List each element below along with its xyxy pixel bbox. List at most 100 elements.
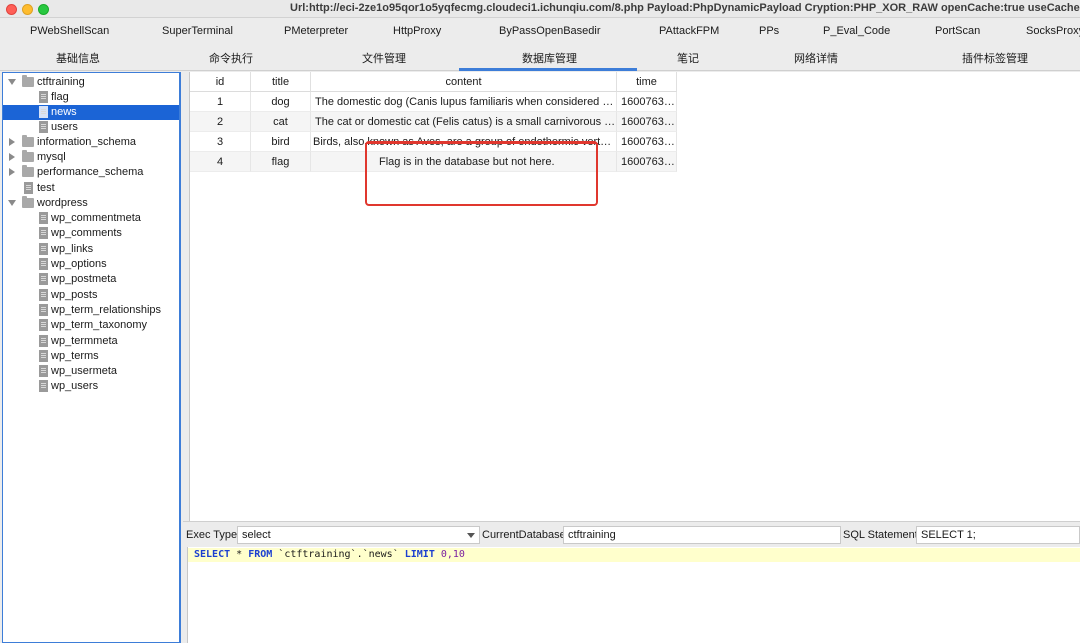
cell-time: 16007631...: [617, 92, 677, 112]
column-header-content[interactable]: content: [311, 72, 617, 92]
tree-node-performance-schema[interactable]: performance_schema: [3, 165, 179, 180]
chevron-right-icon[interactable]: [9, 168, 15, 176]
close-window-button[interactable]: [6, 4, 17, 15]
sql-token: 0,10: [440, 549, 465, 560]
tree-node-wp-commentmeta[interactable]: wp_commentmeta: [3, 211, 179, 226]
tab-file-manager[interactable]: 文件管理: [362, 50, 406, 66]
table-icon: [39, 121, 48, 133]
table-icon: [39, 304, 48, 316]
tab-network-details[interactable]: 网络详情: [794, 50, 838, 66]
sql-statement-field[interactable]: SELECT 1;: [916, 526, 1080, 544]
tree-node-label: wp_users: [51, 380, 99, 392]
minimize-window-button[interactable]: [22, 4, 33, 15]
maximize-window-button[interactable]: [38, 4, 49, 15]
table-row[interactable]: 1 dog The domestic dog (Canis lupus fami…: [190, 92, 677, 112]
chevron-right-icon[interactable]: [9, 153, 15, 161]
folder-icon: [22, 165, 34, 177]
grid-header: id title content time: [190, 72, 1080, 92]
table-icon: [39, 319, 48, 331]
sql-statement-value: SELECT 1;: [921, 529, 976, 541]
tab-pattackfpm[interactable]: PAttackFPM: [659, 25, 719, 37]
exec-type-value: select: [242, 529, 271, 541]
tree-node-news[interactable]: news: [3, 105, 179, 120]
tab-socksproxy[interactable]: SocksProxy: [1026, 25, 1080, 37]
tree-node-wp-usermeta[interactable]: wp_usermeta: [3, 364, 179, 379]
tab-pwebshellscan[interactable]: PWebShellScan: [30, 25, 109, 37]
current-database-label: CurrentDatabase: [482, 529, 566, 541]
cell-time: 16007631...: [617, 132, 677, 152]
chevron-down-icon[interactable]: [8, 79, 16, 85]
table-icon: [39, 258, 48, 270]
tab-pmeterpreter[interactable]: PMeterpreter: [284, 25, 348, 37]
tab-basic-info[interactable]: 基础信息: [56, 50, 100, 66]
tab-p-eval-code[interactable]: P_Eval_Code: [823, 25, 890, 37]
result-grid[interactable]: id title content time 1 dog The domestic…: [189, 72, 1080, 521]
tree-node-label: wp_commentmeta: [51, 212, 141, 224]
tree-node-label: information_schema: [37, 136, 137, 148]
tree-node-wp-term-relationships[interactable]: wp_term_relationships: [3, 303, 179, 318]
cell-id: 1: [190, 92, 251, 112]
tree-node-label: wp_term_relationships: [51, 304, 162, 316]
chevron-right-icon[interactable]: [9, 138, 15, 146]
plugin-tab-bar: PWebShellScan SuperTerminal PMeterpreter…: [0, 19, 1080, 45]
tree-node-wp-postmeta[interactable]: wp_postmeta: [3, 272, 179, 287]
cell-id: 2: [190, 112, 251, 132]
tree-node-wp-users[interactable]: wp_users: [3, 379, 179, 394]
tree-node-label: wp_term_taxonomy: [51, 319, 147, 331]
tree-node-wp-terms[interactable]: wp_terms: [3, 349, 179, 364]
tree-node-wp-comments[interactable]: wp_comments: [3, 226, 179, 241]
tree-node-information-schema[interactable]: information_schema: [3, 135, 179, 150]
chevron-down-icon[interactable]: [8, 200, 16, 206]
title-bar: Url:http://eci-2ze1o95qor1o5yqfecmg.clou…: [0, 0, 1080, 18]
tab-plugin-tag-manager[interactable]: 插件标签管理: [962, 50, 1028, 66]
column-header-time[interactable]: time: [617, 72, 677, 92]
tree-node-label: performance_schema: [37, 166, 144, 178]
tree-node-label: wp_usermeta: [51, 365, 118, 377]
tree-node-wp-termmeta[interactable]: wp_termmeta: [3, 334, 179, 349]
tree-node-label: wp_postmeta: [51, 273, 117, 285]
tab-notes[interactable]: 笔记: [677, 50, 699, 66]
tree-node-label: mysql: [37, 151, 66, 163]
tree-node-wordpress[interactable]: wordpress: [3, 196, 179, 211]
sql-editor[interactable]: SELECT * FROM `ctftraining`.`news` LIMIT…: [187, 547, 1080, 643]
tree-node-users[interactable]: users: [3, 120, 179, 135]
column-header-id[interactable]: id: [190, 72, 251, 92]
database-tree[interactable]: ctftraining flag news users information_…: [2, 72, 181, 643]
sql-query-text[interactable]: SELECT * FROM `ctftraining`.`news` LIMIT…: [194, 549, 465, 560]
table-icon: [39, 350, 48, 362]
column-header-title[interactable]: title: [251, 72, 311, 92]
tree-node-wp-posts[interactable]: wp_posts: [3, 288, 179, 303]
tree-node-flag[interactable]: flag: [3, 90, 179, 105]
tree-node-wp-links[interactable]: wp_links: [3, 242, 179, 257]
exec-type-select[interactable]: select: [237, 526, 480, 544]
tree-node-wp-options[interactable]: wp_options: [3, 257, 179, 272]
tab-superterminal[interactable]: SuperTerminal: [162, 25, 233, 37]
tab-portscan[interactable]: PortScan: [935, 25, 980, 37]
tree-node-label: flag: [51, 91, 69, 103]
folder-icon: [22, 150, 34, 162]
tree-node-wp-term-taxonomy[interactable]: wp_term_taxonomy: [3, 318, 179, 333]
table-icon: [39, 335, 48, 347]
cell-time: 16007631...: [617, 112, 677, 132]
tree-node-label: wp_options: [51, 258, 107, 270]
table-row[interactable]: 2 cat The cat or domestic cat (Felis cat…: [190, 112, 677, 132]
cell-content: The cat or domestic cat (Felis catus) is…: [311, 112, 617, 132]
sql-token: FROM: [248, 549, 273, 560]
table-icon: [39, 106, 48, 118]
tab-bypassopenbasedir[interactable]: ByPassOpenBasedir: [499, 25, 601, 37]
tree-node-test[interactable]: test: [3, 181, 179, 196]
tree-node-mysql[interactable]: mysql: [3, 150, 179, 165]
sql-token: SELECT: [194, 549, 231, 560]
current-database-value: ctftraining: [568, 529, 616, 541]
tree-node-label: news: [51, 106, 77, 118]
tree-node-label: test: [37, 182, 55, 194]
tree-node-ctftraining[interactable]: ctftraining: [3, 75, 179, 90]
tab-httpproxy[interactable]: HttpProxy: [393, 25, 441, 37]
table-icon: [39, 380, 48, 392]
tab-database-manager[interactable]: 数据库管理: [522, 50, 577, 66]
current-database-field[interactable]: ctftraining: [563, 526, 841, 544]
dropdown-arrow-icon[interactable]: [467, 533, 475, 538]
tab-pps[interactable]: PPs: [759, 25, 779, 37]
tab-command-exec[interactable]: 命令执行: [209, 50, 253, 66]
table-icon: [39, 289, 48, 301]
